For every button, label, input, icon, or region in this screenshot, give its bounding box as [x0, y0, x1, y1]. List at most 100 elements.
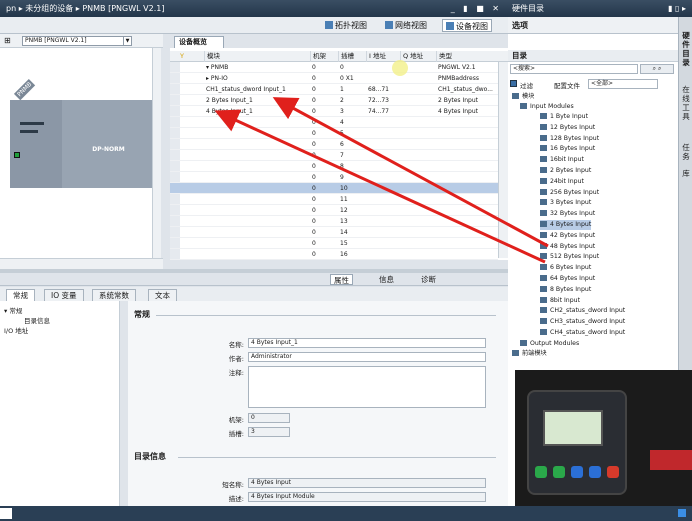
catalog-item[interactable]: 4 Bytes Input [540, 220, 592, 230]
table-row[interactable]: CH1_status_dword Input_1 0 1 68...71 CH1_sta… [170, 84, 498, 95]
catalog-item[interactable]: 8 Bytes Input [540, 285, 591, 295]
device-module-right[interactable]: DP-NORM [62, 100, 155, 188]
tree-modules[interactable]: 模块 [512, 92, 534, 102]
col-module[interactable]: 模块 [204, 51, 310, 62]
profile-select[interactable]: <全部> [588, 79, 658, 89]
chevron-down-icon[interactable]: ▼ [123, 37, 131, 45]
filter-icon[interactable]: Y [178, 51, 188, 62]
subtab-texts[interactable]: 文本 [148, 289, 177, 301]
subtab-general[interactable]: 常规 [6, 289, 35, 301]
sidetab-tasks[interactable]: 任务 [681, 143, 691, 161]
col-slot[interactable]: 插槽 [338, 51, 366, 62]
catalog-item[interactable]: 512 Bytes Input [540, 252, 599, 262]
cell-slot: 13 [340, 218, 348, 225]
table-row[interactable]: 4 Bytes Input_1 0 3 74...77 4 Bytes Input [170, 106, 498, 117]
device-module-left[interactable] [10, 100, 62, 188]
table-row[interactable]: 0 16 [170, 249, 498, 260]
search-icon[interactable]: ⌕ ⌕ [640, 64, 674, 74]
catalog-item[interactable]: 64 Bytes Input [540, 274, 595, 284]
tree-label: 4 Bytes Input [550, 221, 592, 228]
comment-field[interactable] [248, 366, 486, 408]
grid-vertical-scrollbar[interactable] [498, 62, 508, 258]
sidetab-hardware-catalog[interactable]: 硬件目录 [681, 31, 691, 67]
canvas-vertical-scrollbar[interactable] [152, 48, 161, 258]
filter-checkbox[interactable] [510, 80, 517, 87]
catalog-item[interactable]: 16bit Input [540, 155, 584, 165]
catalog-section-header[interactable]: 目录 [508, 50, 678, 62]
slot-field[interactable]: 3 [248, 427, 290, 437]
author-field[interactable]: Administrator [248, 352, 486, 362]
catalog-item[interactable]: 32 Bytes Input [540, 209, 595, 219]
col-rack[interactable]: 机架 [310, 51, 338, 62]
catalog-item[interactable]: 24bit Input [540, 177, 584, 187]
table-row[interactable]: 0 11 [170, 194, 498, 205]
name-field[interactable]: 4 Bytes Input_1 [248, 338, 486, 348]
table-row[interactable]: 09 [170, 172, 498, 183]
catalog-item[interactable]: 16 Bytes Input [540, 144, 595, 154]
catalog-item[interactable]: CH4_status_dword Input [540, 328, 625, 338]
catalog-item[interactable]: 6 Bytes Input [540, 263, 591, 273]
cell-name [206, 128, 310, 139]
tree-input-modules[interactable]: Input Modules [520, 102, 574, 112]
rack-field[interactable]: 0 [248, 413, 290, 423]
sidetab-libraries[interactable]: 库 [681, 169, 691, 178]
catalog-item[interactable]: 3 Bytes Input [540, 198, 591, 208]
tab-diagnostics[interactable]: 诊断 [418, 274, 439, 285]
cell-rack: 0 [312, 251, 316, 258]
col-q-address[interactable]: Q 地址 [400, 51, 436, 62]
catalog-item[interactable]: 42 Bytes Input [540, 231, 595, 241]
catalog-item[interactable]: 48 Bytes Input [540, 242, 595, 252]
device-select-combo[interactable]: PNMB [PNGWL V2.1] ▼ [22, 36, 132, 46]
inspector-splitter[interactable] [120, 301, 128, 506]
catalog-item[interactable]: 2 Bytes Input [540, 166, 591, 176]
tab-device-overview[interactable]: 设备概览 [174, 36, 224, 48]
module-icon [540, 156, 547, 163]
table-row[interactable]: 0 10 [170, 183, 498, 194]
catalog-search-input[interactable]: <搜索> [510, 64, 638, 74]
table-row[interactable]: 05 [170, 128, 498, 139]
tab-info[interactable]: 信息 [376, 274, 397, 285]
tree-head-modules[interactable]: 前端模块 [512, 349, 547, 359]
nav-io-address[interactable]: I/O 地址 [4, 325, 28, 335]
device-tree-icon[interactable]: ⊞ [4, 36, 11, 45]
table-row[interactable]: 0 13 [170, 216, 498, 227]
catalog-item[interactable]: 256 Bytes Input [540, 188, 599, 198]
catalog-item[interactable]: CH2_status_dword Input [540, 306, 625, 316]
canvas-horizontal-scrollbar[interactable] [0, 258, 163, 269]
short-name-field[interactable]: 4 Bytes Input [248, 478, 486, 488]
cell-q [402, 95, 436, 106]
nav-catalog-info[interactable]: 目录信息 [24, 315, 50, 325]
window-controls[interactable]: _ ▮ ■ ✕ [451, 0, 502, 17]
table-row[interactable]: ▸ PN-IO 0 0 X1 PNMBaddress [170, 73, 498, 84]
table-row[interactable]: 08 [170, 161, 498, 172]
cell-i [368, 194, 400, 205]
table-row[interactable]: 06 [170, 139, 498, 150]
catalog-item[interactable]: 128 Bytes Input [540, 134, 599, 144]
table-row[interactable]: 0 12 [170, 205, 498, 216]
table-row[interactable]: 2 Bytes Input_1 0 2 72...73 2 Bytes Input [170, 95, 498, 106]
tray-icon[interactable] [678, 509, 686, 517]
tree-output-modules[interactable]: Output Modules [520, 339, 579, 349]
catalog-item[interactable]: 8bit Input [540, 296, 580, 306]
module-icon [540, 242, 547, 249]
description-field[interactable]: 4 Bytes Input Module [248, 492, 486, 502]
network-view-button[interactable]: 网络视图 [382, 19, 430, 32]
catalog-item[interactable]: 12 Bytes Input [540, 123, 595, 133]
catalog-window-controls[interactable]: ▮ ▯ ▸ [668, 0, 686, 17]
device-view-button[interactable]: 设备视图 [442, 19, 492, 32]
sidetab-online-tools[interactable]: 在线工具 [681, 85, 691, 121]
table-row[interactable]: 0 14 [170, 227, 498, 238]
blue-button-icon [571, 466, 583, 478]
table-row[interactable]: 04 [170, 117, 498, 128]
nav-general[interactable]: ▾ 常规 [4, 305, 22, 315]
catalog-item[interactable]: 1 Byte Input [540, 112, 588, 122]
table-row[interactable]: 0 15 [170, 238, 498, 249]
tab-properties[interactable]: 属性 [330, 274, 353, 285]
topology-view-button[interactable]: 拓扑视图 [322, 19, 370, 32]
col-type[interactable]: 类型 [436, 51, 498, 62]
table-row[interactable]: ▾ PNMB 0 0 PNGWL V2.1 [170, 62, 498, 73]
subtab-system-constants[interactable]: 系统常数 [92, 289, 136, 301]
subtab-io-tags[interactable]: IO 变量 [44, 289, 84, 301]
table-row[interactable]: 07 [170, 150, 498, 161]
catalog-item[interactable]: CH3_status_dword Input [540, 317, 625, 327]
